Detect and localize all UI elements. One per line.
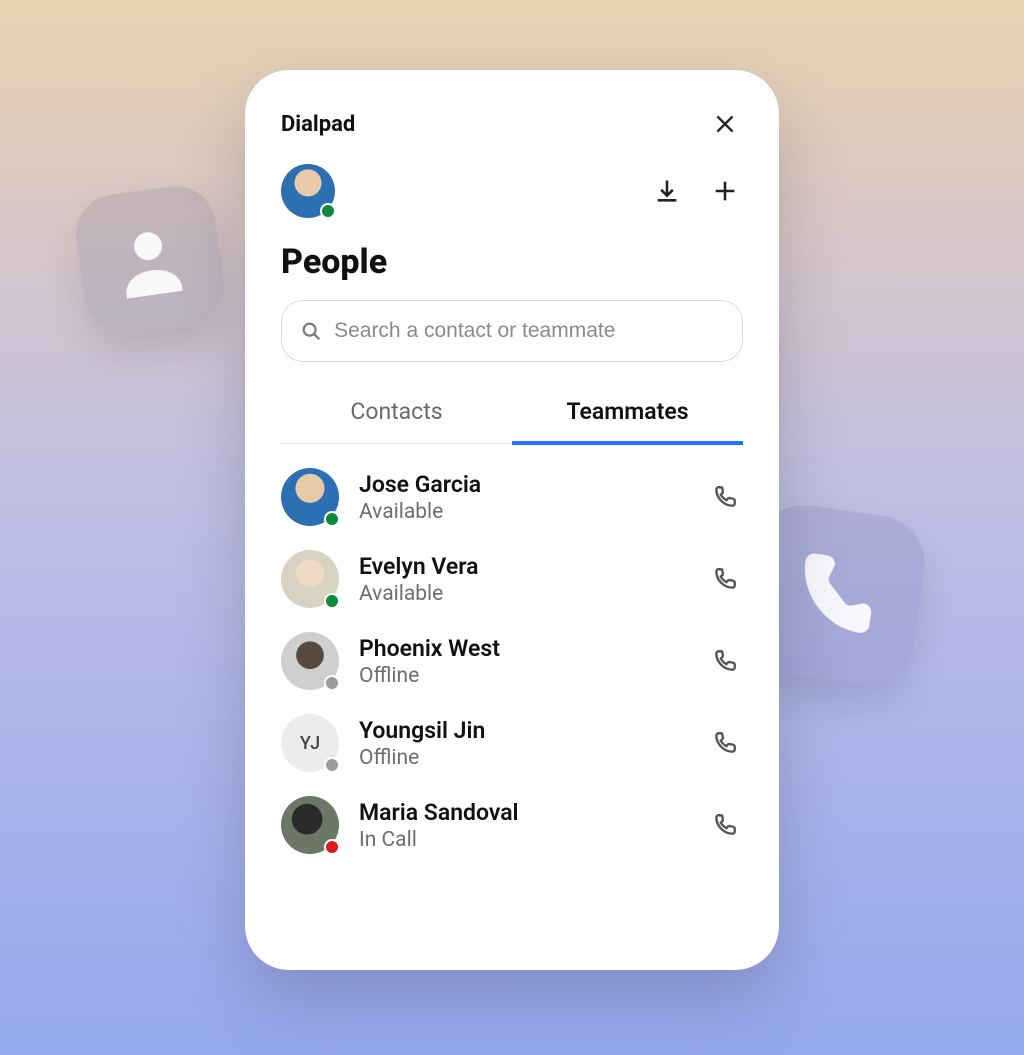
status-dot xyxy=(324,511,340,527)
status-dot xyxy=(324,593,340,609)
avatar xyxy=(281,632,339,690)
plus-icon xyxy=(711,177,739,205)
page-title: People xyxy=(245,228,779,300)
tab-teammates[interactable]: Teammates xyxy=(512,388,743,445)
tabs: Contacts Teammates xyxy=(281,388,743,444)
person-icon xyxy=(103,213,198,308)
list-item[interactable]: Maria Sandoval In Call xyxy=(281,790,743,860)
avatar: YJ xyxy=(281,714,339,772)
tab-contacts[interactable]: Contacts xyxy=(281,388,512,443)
search-icon xyxy=(300,319,322,343)
contact-status: Available xyxy=(359,500,687,524)
contact-name: Jose Garcia xyxy=(359,471,687,498)
contact-name: Phoenix West xyxy=(359,635,687,662)
avatar xyxy=(281,550,339,608)
add-button[interactable] xyxy=(707,173,743,209)
teammates-list: Jose Garcia Available Evelyn Vera Availa… xyxy=(245,444,779,860)
call-button[interactable] xyxy=(707,561,743,597)
contact-status: Offline xyxy=(359,746,687,770)
avatar xyxy=(281,468,339,526)
close-button[interactable] xyxy=(707,106,743,142)
phone-icon xyxy=(712,812,738,838)
call-button[interactable] xyxy=(707,479,743,515)
topbar: Dialpad xyxy=(245,106,779,142)
avatar xyxy=(281,796,339,854)
people-panel: Dialpad People Contacts Teammates xyxy=(245,70,779,970)
contact-status: Offline xyxy=(359,664,687,688)
list-item[interactable]: Jose Garcia Available xyxy=(281,462,743,532)
app-title: Dialpad xyxy=(281,112,355,137)
phone-icon xyxy=(777,537,892,652)
contact-status: Available xyxy=(359,582,687,606)
status-dot xyxy=(324,675,340,691)
list-item[interactable]: Evelyn Vera Available xyxy=(281,544,743,614)
search-input[interactable] xyxy=(334,319,724,343)
phone-icon xyxy=(712,648,738,674)
close-icon xyxy=(712,111,738,137)
call-button[interactable] xyxy=(707,725,743,761)
my-avatar[interactable] xyxy=(281,164,335,218)
status-dot xyxy=(324,839,340,855)
phone-icon xyxy=(712,730,738,756)
list-item[interactable]: YJ Youngsil Jin Offline xyxy=(281,708,743,778)
call-button[interactable] xyxy=(707,643,743,679)
contact-name: Evelyn Vera xyxy=(359,553,687,580)
search-field[interactable] xyxy=(281,300,743,362)
profile-row xyxy=(245,142,779,228)
list-item[interactable]: Phoenix West Offline xyxy=(281,626,743,696)
download-icon xyxy=(653,177,681,205)
decorative-person-tile xyxy=(71,181,229,339)
download-button[interactable] xyxy=(649,173,685,209)
status-dot xyxy=(324,757,340,773)
my-status-dot xyxy=(320,203,336,219)
phone-icon xyxy=(712,566,738,592)
call-button[interactable] xyxy=(707,807,743,843)
phone-icon xyxy=(712,484,738,510)
contact-status: In Call xyxy=(359,828,687,852)
contact-name: Youngsil Jin xyxy=(359,717,687,744)
contact-name: Maria Sandoval xyxy=(359,799,687,826)
